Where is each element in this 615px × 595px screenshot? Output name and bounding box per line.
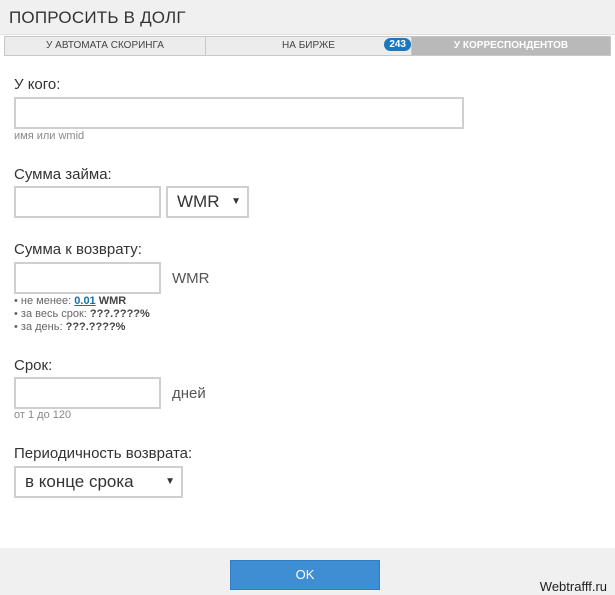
- tab-label: НА БИРЖЕ: [282, 40, 335, 51]
- term-hint: от 1 до 120: [14, 409, 72, 421]
- tab-correspondents[interactable]: У КОРРЕСПОНДЕНТОВ: [412, 37, 610, 55]
- dialog-footer: OK Webtrafff.ru: [0, 548, 615, 595]
- count-badge: 243: [384, 38, 411, 51]
- return-amount-input[interactable]: [14, 262, 161, 294]
- tab-scoring[interactable]: У АВТОМАТА СКОРИНГА: [5, 37, 206, 55]
- tab-bar: У АВТОМАТА СКОРИНГА НА БИРЖЕ 243 У КОРРЕ…: [4, 36, 611, 56]
- periodicity-select[interactable]: в конце срока ▼: [14, 466, 183, 498]
- daily-rate-line: • за день: ???.????%: [14, 321, 126, 333]
- recipient-hint: имя или wmid: [14, 130, 85, 142]
- amount-input[interactable]: [14, 186, 161, 218]
- recipient-input[interactable]: [14, 97, 464, 129]
- term-input[interactable]: [14, 377, 161, 409]
- term-label: Срок:: [14, 357, 53, 374]
- ok-button[interactable]: OK: [230, 560, 380, 590]
- tab-label: У АВТОМАТА СКОРИНГА: [46, 40, 164, 51]
- loan-form: У кого: имя или wmid Сумма займа: WMR ▼ …: [0, 57, 615, 507]
- tab-label: У КОРРЕСПОНДЕНТОВ: [453, 40, 569, 51]
- amount-label: Сумма займа:: [14, 166, 112, 183]
- periodicity-value: в конце срока: [25, 472, 134, 491]
- daily-rate-value: ???.????%: [65, 321, 126, 333]
- caret-down-icon: ▼: [165, 476, 175, 487]
- total-rate-line: • за весь срок: ???.????%: [14, 308, 150, 320]
- term-unit: дней: [172, 385, 206, 402]
- total-rate-value: ???.????%: [89, 308, 150, 320]
- caret-down-icon: ▼: [231, 196, 241, 207]
- return-amount-label: Сумма к возврату:: [14, 241, 142, 258]
- watermark: Webtrafff.ru: [539, 579, 607, 594]
- return-amount-unit: WMR: [172, 270, 210, 287]
- periodicity-label: Периодичность возврата:: [14, 445, 193, 462]
- currency-value: WMR: [177, 192, 220, 211]
- min-amount-link[interactable]: 0.01: [74, 295, 95, 307]
- dialog-header: ПОПРОСИТЬ В ДОЛГ: [0, 0, 615, 35]
- recipient-label: У кого:: [14, 76, 61, 93]
- min-amount-line: • не менее: 0.01 WMR: [14, 295, 127, 307]
- tab-exchange[interactable]: НА БИРЖЕ 243: [206, 37, 412, 55]
- currency-select[interactable]: WMR ▼: [166, 186, 249, 218]
- return-info-list: • не менее: 0.01 WMR • за весь срок: ???…: [14, 295, 150, 334]
- dialog-title: ПОПРОСИТЬ В ДОЛГ: [9, 8, 186, 27]
